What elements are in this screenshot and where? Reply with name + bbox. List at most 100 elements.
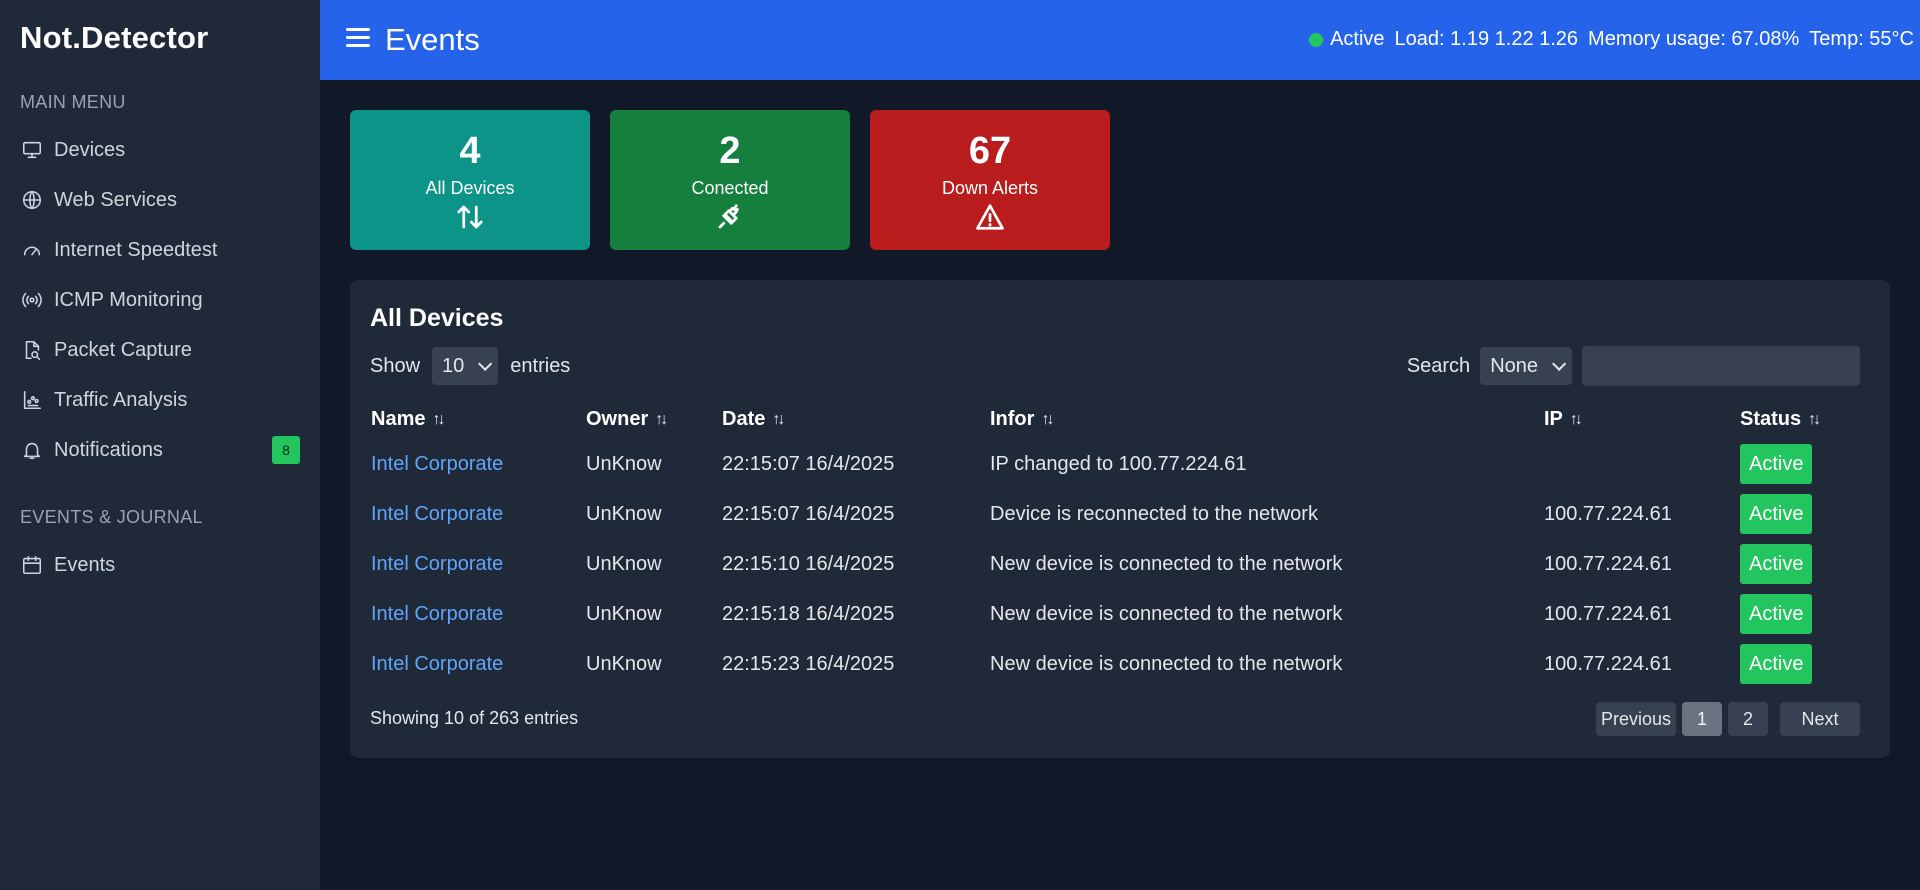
ip-cell: 100.77.224.61 <box>1544 652 1672 675</box>
column-header-infor[interactable]: Infor ↑↓ <box>990 408 1054 431</box>
info-cell: New device is connected to the network <box>990 602 1343 625</box>
hamburger-menu-icon[interactable] <box>346 28 370 50</box>
page-size-value: 10 <box>442 354 465 377</box>
search-filter-select[interactable]: None <box>1480 347 1572 385</box>
sidebar-item-packet-capture[interactable]: Packet Capture <box>20 332 300 368</box>
sidebar-item-label: Web Services <box>54 188 178 211</box>
plug-icon <box>610 202 850 234</box>
device-name-link[interactable]: Intel Corporate <box>371 489 503 539</box>
device-name-link[interactable]: Intel Corporate <box>371 639 503 689</box>
sidebar-item-label: Packet Capture <box>54 338 192 361</box>
next-page-button[interactable]: Next <box>1780 702 1860 736</box>
date-cell: 22:15:07 16/4/2025 <box>722 502 895 525</box>
column-header-ip[interactable]: IP ↑↓ <box>1544 408 1583 431</box>
monitor-icon <box>20 138 44 162</box>
column-header-label: IP <box>1544 408 1563 430</box>
sidebar-item-label: Internet Speedtest <box>54 238 218 261</box>
page-size-control: Show 10 entries <box>370 346 570 386</box>
column-header-label: Name <box>371 408 426 430</box>
status-badge: Active <box>1740 494 1813 534</box>
column-header-status[interactable]: Status ↑↓ <box>1740 408 1821 431</box>
info-cell: New device is connected to the network <box>990 652 1343 675</box>
column-header-label: Date <box>722 408 766 430</box>
sidebar-item-web-services[interactable]: Web Services <box>20 182 300 218</box>
chart-icon <box>20 388 44 412</box>
table-row: Intel Corporate UnKnow 22:15:23 16/4/202… <box>350 639 1890 689</box>
status-dot-icon <box>1309 32 1324 47</box>
stat-label: Conected <box>691 178 769 198</box>
sidebar-item-label: ICMP Monitoring <box>54 288 203 311</box>
memory-text: Memory usage: 67.08% <box>1588 28 1800 50</box>
warning-icon <box>870 202 1110 234</box>
date-cell: 22:15:07 16/4/2025 <box>722 452 895 475</box>
sidebar-item-icmp-monitoring[interactable]: ICMP Monitoring <box>20 282 300 318</box>
stat-card-down-alerts[interactable]: 67 Down Alerts <box>870 110 1110 250</box>
gauge-icon <box>20 238 44 262</box>
owner-cell: UnKnow <box>586 552 662 575</box>
sidebar-item-label: Notifications <box>54 438 163 461</box>
device-name-link[interactable]: Intel Corporate <box>371 589 503 639</box>
table-row: Intel Corporate UnKnow 22:15:10 16/4/202… <box>350 539 1890 589</box>
owner-cell: UnKnow <box>586 652 662 675</box>
sidebar-item-traffic-analysis[interactable]: Traffic Analysis <box>20 382 300 418</box>
page-2-button[interactable]: 2 <box>1728 702 1768 736</box>
entries-summary: Showing 10 of 263 entries <box>370 708 579 728</box>
column-header-label: Infor <box>990 408 1035 430</box>
date-cell: 22:15:10 16/4/2025 <box>722 552 895 575</box>
column-header-date[interactable]: Date ↑↓ <box>722 408 785 431</box>
ip-cell: 100.77.224.61 <box>1544 602 1672 625</box>
page-size-select[interactable]: 10 <box>432 347 499 385</box>
sidebar-item-internet-speedtest[interactable]: Internet Speedtest <box>20 232 300 268</box>
sidebar-item-notifications[interactable]: Notifications 8 <box>20 432 300 468</box>
stat-label: All Devices <box>425 178 515 198</box>
page-title: Events <box>385 22 480 57</box>
main-menu-label: MAIN MENU <box>20 92 126 112</box>
column-header-label: Status <box>1740 408 1802 430</box>
top-header: Events Active Load: 1.19 1.22 1.26 Memor… <box>320 0 1920 80</box>
ip-cell: 100.77.224.61 <box>1544 552 1672 575</box>
status-badge: Active <box>1740 544 1813 584</box>
system-status-bar: Active Load: 1.19 1.22 1.26 Memory usage… <box>1309 28 1914 51</box>
date-cell: 22:15:18 16/4/2025 <box>722 602 895 625</box>
stat-value: 4 <box>459 130 481 172</box>
previous-page-button[interactable]: Previous <box>1596 702 1676 736</box>
stat-value: 2 <box>719 130 741 172</box>
sidebar-item-label: Traffic Analysis <box>54 388 188 411</box>
stat-card-connected[interactable]: 2 Conected <box>610 110 850 250</box>
pagination: Previous 1 2 Next <box>1590 702 1860 736</box>
status-badge: Active <box>1740 644 1813 684</box>
calendar-icon <box>20 553 44 577</box>
page-1-button[interactable]: 1 <box>1682 702 1722 736</box>
search-control: Search None <box>1407 346 1860 386</box>
device-name-link[interactable]: Intel Corporate <box>371 439 503 489</box>
sidebar-item-label: Events <box>54 553 116 576</box>
date-cell: 22:15:23 16/4/2025 <box>722 652 895 675</box>
search-filter-value: None <box>1490 354 1538 377</box>
chevron-down-icon <box>478 356 493 371</box>
sort-icon: ↑↓ <box>432 410 445 428</box>
sort-icon: ↑↓ <box>1808 410 1821 428</box>
notification-count-badge: 8 <box>272 436 300 464</box>
all-devices-panel: All Devices Show 10 entries Search None … <box>350 280 1890 758</box>
sort-icon: ↑↓ <box>1041 410 1054 428</box>
column-header-owner[interactable]: Owner ↑↓ <box>586 408 668 431</box>
column-header-name[interactable]: Name ↑↓ <box>371 408 445 431</box>
entries-label: entries <box>510 354 571 377</box>
sort-icon: ↑↓ <box>1569 410 1583 428</box>
column-header-label: Owner <box>586 408 649 430</box>
sidebar-item-devices[interactable]: Devices <box>20 132 300 168</box>
status-badge: Active <box>1740 594 1813 634</box>
panel-title: All Devices <box>370 304 504 332</box>
stat-card-all-devices[interactable]: 4 All Devices <box>350 110 590 250</box>
show-label: Show <box>370 354 421 377</box>
search-input[interactable] <box>1582 346 1860 386</box>
brand-logo[interactable]: Not.Detector <box>20 20 208 56</box>
status-badge: Active <box>1740 444 1813 484</box>
device-name-link[interactable]: Intel Corporate <box>371 539 503 589</box>
owner-cell: UnKnow <box>586 502 662 525</box>
sort-icon: ↑↓ <box>655 410 668 428</box>
owner-cell: UnKnow <box>586 452 662 475</box>
arrows-up-down-icon <box>350 202 590 234</box>
sidebar-item-events[interactable]: Events <box>20 547 300 583</box>
stat-label: Down Alerts <box>941 178 1039 198</box>
